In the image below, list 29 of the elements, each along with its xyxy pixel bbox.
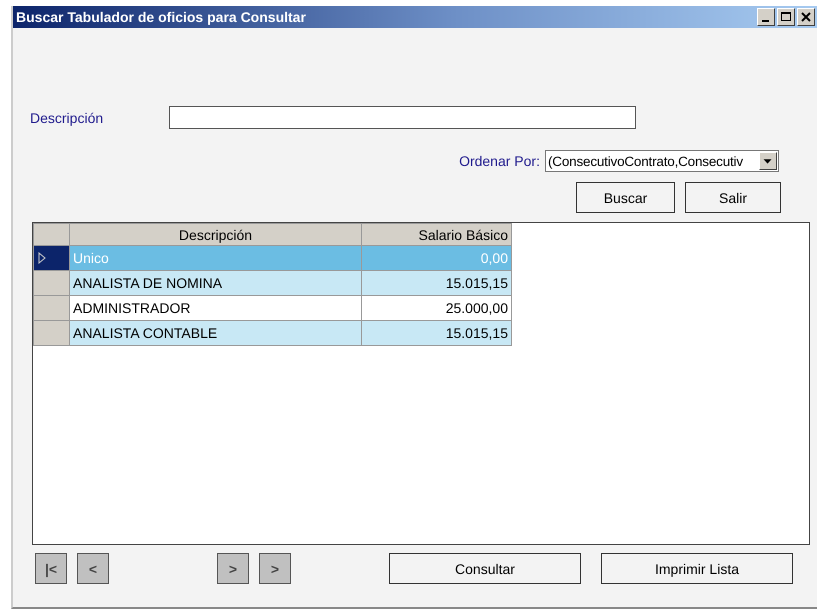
column-header[interactable]: Salario Básico <box>362 224 512 246</box>
table-cell: 15.015,15 <box>362 270 512 296</box>
row-header[interactable] <box>34 246 70 270</box>
row-pointer-icon <box>38 252 46 264</box>
description-field[interactable] <box>169 106 636 129</box>
table-cell: ANALISTA CONTABLE <box>70 320 362 346</box>
column-header[interactable]: Descripción <box>70 224 362 246</box>
consult-button[interactable]: Consultar <box>389 553 581 584</box>
order-dropdown[interactable]: (ConsecutivoContrato,Consecutiv <box>545 150 779 172</box>
maximize-icon[interactable] <box>777 8 795 26</box>
window-title: Buscar Tabulador de oficios para Consultar <box>16 9 307 25</box>
close-icon[interactable] <box>797 8 815 26</box>
previous-button[interactable]: < <box>77 553 109 584</box>
table-cell: ANALISTA DE NOMINA <box>70 270 362 296</box>
first-button[interactable]: |< <box>35 553 67 584</box>
table-cell: Unico <box>70 246 362 270</box>
field-label: Ordenar Por: <box>459 153 540 169</box>
caret-icon[interactable] <box>759 152 777 170</box>
table-cell: 0,00 <box>362 246 512 270</box>
minimize-icon[interactable] <box>757 8 775 26</box>
search-button[interactable]: Buscar <box>576 182 675 213</box>
table-cell: 25.000,00 <box>362 296 512 320</box>
print-list-button[interactable]: Imprimir Lista <box>601 553 793 584</box>
last-button[interactable]: > <box>259 553 291 584</box>
next-button[interactable]: > <box>217 553 249 584</box>
table-cell: 15.015,15 <box>362 320 512 346</box>
exit-button[interactable]: Salir <box>685 182 781 213</box>
table-cell: ADMINISTRADOR <box>70 296 362 320</box>
field-label: Descripción <box>30 110 104 126</box>
